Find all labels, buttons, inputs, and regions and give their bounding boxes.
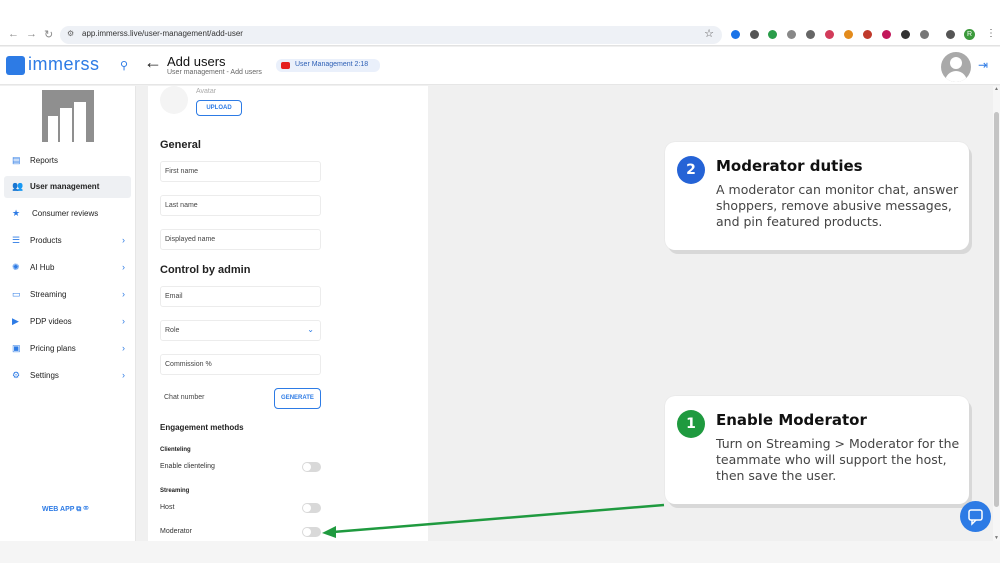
scroll-up-icon[interactable]: ▲ (993, 86, 1000, 92)
chat-support-button[interactable] (960, 501, 991, 532)
scrollbar-thumb[interactable] (994, 112, 999, 507)
pointer-arrow (322, 503, 665, 538)
scrollbar[interactable]: ▲ ▼ (993, 86, 1000, 541)
taskbar-strip (0, 541, 1000, 563)
chat-icon (968, 509, 983, 526)
